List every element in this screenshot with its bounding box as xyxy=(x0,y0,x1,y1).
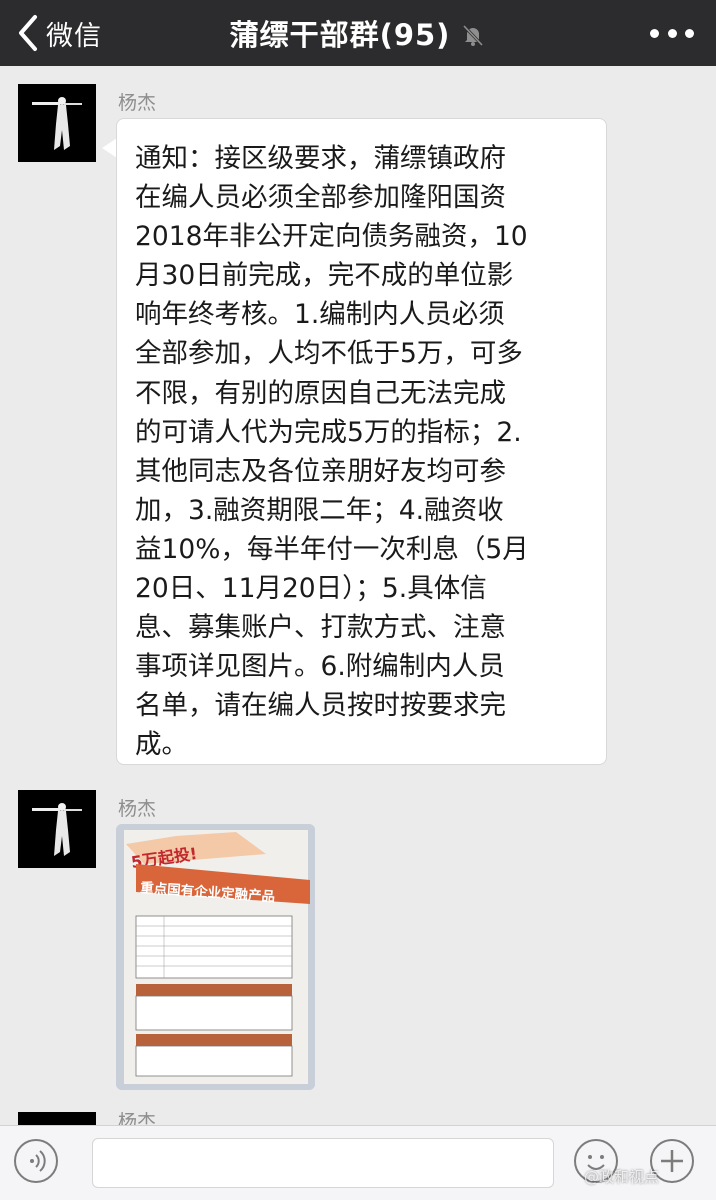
sender-name: 杨杰 xyxy=(118,1111,157,1126)
avatar[interactable] xyxy=(18,1112,96,1126)
avatar[interactable] xyxy=(18,84,96,162)
input-bar xyxy=(0,1125,716,1200)
more-options-button[interactable] xyxy=(650,18,694,48)
silhouette-figure-icon xyxy=(32,97,82,150)
ellipsis-icon xyxy=(650,28,659,38)
voice-button[interactable] xyxy=(14,1139,58,1183)
bell-slash-icon xyxy=(463,24,484,47)
sender-name: 杨杰 xyxy=(118,92,157,114)
message-text: 通知：接区级要求，蒲缥镇政府 在编人员必须全部参加隆阳国资 2018年非公开定向… xyxy=(135,143,529,761)
message-input[interactable] xyxy=(92,1138,554,1188)
top-nav-bar: 微信 蒲缥干部群(95) xyxy=(0,0,716,66)
message-bubble[interactable]: 通知：接区级要求，蒲缥镇政府 在编人员必须全部参加隆阳国资 2018年非公开定向… xyxy=(116,118,607,765)
silhouette-figure-icon xyxy=(32,803,82,856)
voice-icon xyxy=(30,1150,46,1172)
shared-photo[interactable]: 5万起投! 重点国有企业定融产品 xyxy=(116,824,315,1090)
chat-title: 蒲缥干部群(95) xyxy=(229,18,451,52)
watermark: @政和视点 xyxy=(584,1168,660,1186)
avatar[interactable] xyxy=(18,790,96,868)
sender-name: 杨杰 xyxy=(118,798,157,820)
